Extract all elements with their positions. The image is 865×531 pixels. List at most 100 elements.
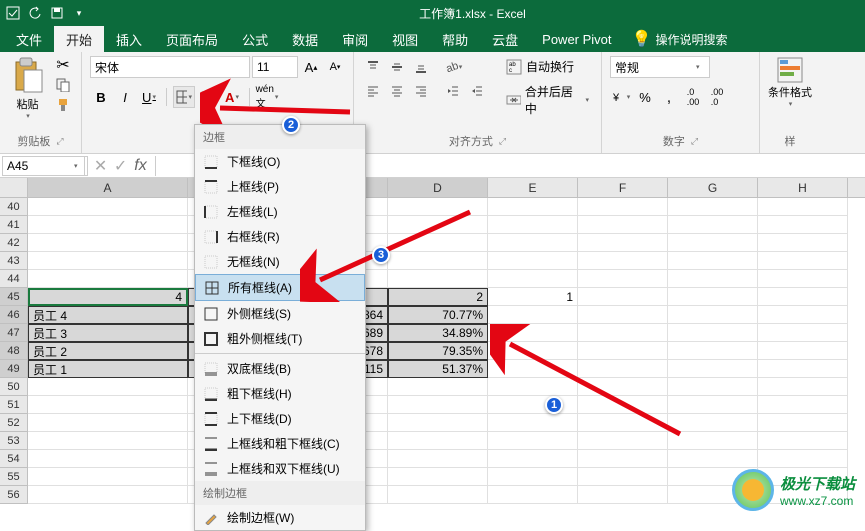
increase-decimal-button[interactable]: .0.00 — [682, 86, 704, 108]
percent-button[interactable]: % — [634, 86, 656, 108]
ribbon-group-number: ▾ ¥▾ % , .0.00 .00.0 数字⤢ — [602, 52, 760, 153]
font-color-button[interactable]: A▾ — [221, 86, 243, 108]
border-left-item[interactable]: 左框线(L) — [195, 199, 365, 224]
phonetic-button[interactable]: wén文▾ — [256, 86, 278, 108]
border-right-item[interactable]: 右框线(R) — [195, 224, 365, 249]
undo-icon[interactable] — [28, 6, 42, 20]
paste-button[interactable]: 粘贴 ▾ — [8, 56, 47, 120]
watermark-title: 极光下载站 — [780, 473, 855, 494]
comma-button[interactable]: , — [658, 86, 680, 108]
menu-file[interactable]: 文件 — [4, 26, 54, 53]
format-painter-button[interactable] — [53, 96, 73, 114]
enter-icon[interactable]: ✓ — [111, 156, 131, 176]
decrease-indent-button[interactable] — [442, 80, 464, 102]
scissors-icon: ✂ — [56, 55, 69, 75]
font-size-select[interactable] — [252, 56, 298, 78]
col-header-f[interactable]: F — [578, 178, 668, 197]
border-top-thick-bottom-item[interactable]: 上框线和粗下框线(C) — [195, 431, 365, 456]
border-all-item[interactable]: 所有框线(A) — [195, 274, 365, 301]
italic-button[interactable]: I — [114, 86, 136, 108]
col-header-a[interactable]: A — [28, 178, 188, 197]
annotation-1: 1 — [545, 396, 563, 414]
cell[interactable] — [28, 198, 188, 216]
tell-me-search[interactable]: 💡 操作说明搜索 — [632, 29, 728, 49]
menu-review[interactable]: 审阅 — [330, 26, 380, 53]
border-top-item[interactable]: 上框线(P) — [195, 174, 365, 199]
col-header-d[interactable]: D — [388, 178, 488, 197]
conditional-format-button[interactable]: 条件格式 ▾ — [768, 56, 812, 108]
accounting-format-button[interactable]: ¥▾ — [610, 86, 632, 108]
svg-text:¥: ¥ — [612, 92, 620, 104]
align-middle-button[interactable] — [386, 56, 408, 78]
select-all-corner[interactable] — [0, 178, 28, 197]
border-outside-item[interactable]: 外侧框线(S) — [195, 301, 365, 326]
bucket-icon — [198, 89, 214, 105]
expand-icon[interactable]: ⤢ — [499, 136, 506, 147]
border-none-item[interactable]: 无框线(N) — [195, 249, 365, 274]
border-bottom-icon — [203, 154, 219, 170]
draw-border-item[interactable]: 绘制边框(W) — [195, 505, 365, 530]
draw-border-header: 绘制边框 — [195, 481, 365, 505]
underline-button[interactable]: U▾ — [138, 86, 160, 108]
align-bottom-button[interactable] — [410, 56, 432, 78]
col-header-g[interactable]: G — [668, 178, 758, 197]
expand-icon[interactable]: ⤢ — [56, 136, 63, 147]
menu-help[interactable]: 帮助 — [430, 26, 480, 53]
menu-cloud[interactable]: 云盘 — [480, 26, 530, 53]
decrease-font-button[interactable]: A▾ — [324, 56, 346, 78]
svg-text:c: c — [509, 68, 512, 74]
align-left-button[interactable] — [362, 80, 384, 102]
border-button[interactable]: ▾ — [173, 86, 195, 108]
menu-formulas[interactable]: 公式 — [230, 26, 280, 53]
cell-a45[interactable]: 4 — [28, 288, 188, 306]
qat-dropdown-icon[interactable]: ▾ — [72, 6, 86, 20]
align-center-button[interactable] — [386, 80, 408, 102]
fill-color-button[interactable]: ▾ — [197, 86, 219, 108]
paste-label: 粘贴 — [17, 96, 39, 112]
clipboard-label: 剪贴板 — [17, 133, 50, 149]
align-top-button[interactable] — [362, 56, 384, 78]
decrease-decimal-button[interactable]: .00.0 — [706, 86, 728, 108]
align-right-button[interactable] — [410, 80, 432, 102]
border-double-bottom-item[interactable]: 双底框线(B) — [195, 356, 365, 381]
formula-bar: ▾ ✕ ✓ fx — [0, 154, 865, 178]
border-bottom-item[interactable]: 下框线(O) — [195, 149, 365, 174]
ribbon-group-alignment: ab▾ abc自动换行 合并后居中▾ 对齐方式⤢ — [354, 52, 602, 153]
col-header-e[interactable]: E — [488, 178, 578, 197]
row-header[interactable]: 40 — [0, 198, 28, 216]
wrap-icon: abc — [506, 59, 522, 75]
menu-view[interactable]: 视图 — [380, 26, 430, 53]
cancel-icon[interactable]: ✕ — [91, 156, 111, 176]
menu-powerpivot[interactable]: Power Pivot — [530, 28, 623, 51]
autosave-icon[interactable] — [6, 6, 20, 20]
fx-icon[interactable]: fx — [131, 157, 151, 175]
copy-button[interactable] — [53, 76, 73, 94]
save-icon[interactable] — [50, 6, 64, 20]
font-name-select[interactable] — [90, 56, 250, 78]
border-thick-bottom-item[interactable]: 粗下框线(H) — [195, 381, 365, 406]
bold-button[interactable]: B — [90, 86, 112, 108]
border-top-bottom-item[interactable]: 上下框线(D) — [195, 406, 365, 431]
border-thick-outside-item[interactable]: 粗外侧框线(T) — [195, 326, 365, 351]
paste-icon — [12, 56, 44, 94]
menu-home[interactable]: 开始 — [54, 26, 104, 53]
window-title: 工作簿1.xlsx - Excel — [86, 5, 859, 22]
menu-layout[interactable]: 页面布局 — [154, 26, 230, 53]
number-format-select[interactable] — [610, 56, 710, 78]
watermark-url: www.xz7.com — [780, 494, 855, 508]
expand-icon[interactable]: ⤢ — [691, 136, 698, 147]
merge-center-button[interactable]: 合并后居中▾ — [502, 81, 593, 119]
col-header-h[interactable]: H — [758, 178, 848, 197]
conditional-format-icon — [776, 56, 804, 84]
sheet-area: A B C D E F G H 40 41 42 43 44 45421 46员… — [0, 178, 865, 504]
menu-insert[interactable]: 插入 — [104, 26, 154, 53]
wrap-text-button[interactable]: abc自动换行 — [502, 56, 593, 77]
orientation-button[interactable]: ab▾ — [442, 56, 464, 78]
increase-font-button[interactable]: A▴ — [300, 56, 322, 78]
border-top-double-bottom-item[interactable]: 上框线和双下框线(U) — [195, 456, 365, 481]
increase-indent-button[interactable] — [466, 80, 488, 102]
menu-data[interactable]: 数据 — [280, 26, 330, 53]
border-dropdown-menu: 边框 下框线(O) 上框线(P) 左框线(L) 右框线(R) 无框线(N) 所有… — [194, 124, 366, 531]
title-bar: ▾ 工作簿1.xlsx - Excel — [0, 0, 865, 26]
cut-button[interactable]: ✂ — [53, 56, 73, 74]
